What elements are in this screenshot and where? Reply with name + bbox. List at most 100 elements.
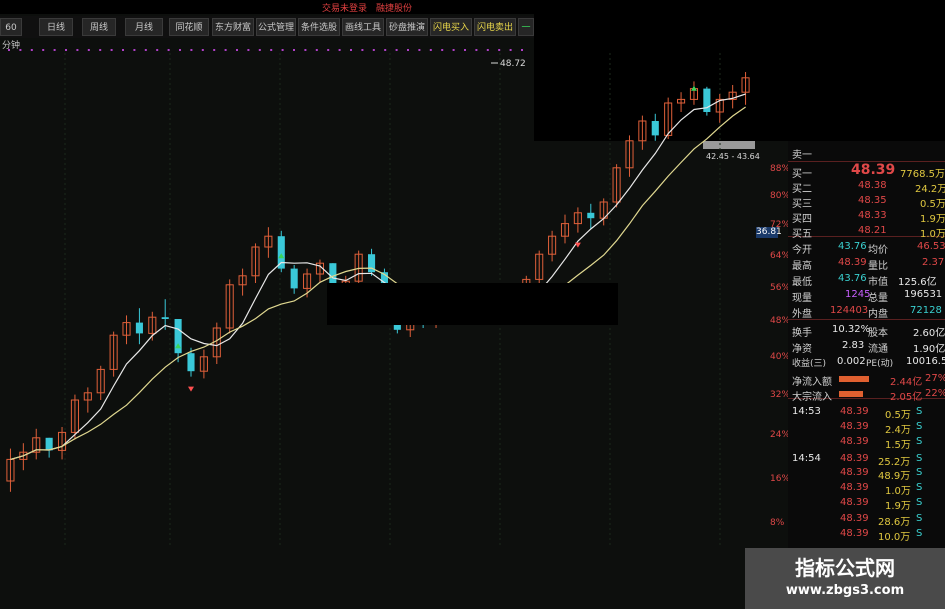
tick-side: S <box>916 513 923 524</box>
formula-manager-button[interactable]: 公式管理 <box>256 18 296 36</box>
candle-body <box>135 322 143 334</box>
signal-dot <box>418 49 421 51</box>
peak-label: 48.72 <box>500 59 526 69</box>
signal-dot <box>236 49 238 51</box>
sandbox-sim-button[interactable]: 砂盘推演 <box>386 18 428 36</box>
tick-vol: 1.5万 <box>885 440 911 451</box>
watermark-title: 指标公式网 <box>795 556 895 580</box>
watermark: 指标公式网 www.zbgs3.com <box>745 548 945 609</box>
market-cap-value: 125.6亿 <box>898 277 937 288</box>
signal-dot <box>498 49 501 51</box>
drawing-tools-button[interactable]: 画线工具 <box>342 18 384 36</box>
tab-daily[interactable]: 日线 <box>39 18 73 36</box>
tick-side: S <box>916 497 923 508</box>
tab-monthly[interactable]: 月线 <box>125 18 163 36</box>
flow-bar <box>839 376 869 382</box>
signal-dot <box>395 49 398 51</box>
flash-sell-button[interactable]: 闪电卖出 <box>474 18 516 36</box>
pct-tick: 88% <box>770 164 791 174</box>
buy-level-vol: 0.5万 <box>920 199 945 210</box>
redaction-box <box>327 283 618 325</box>
tick-side: S <box>916 482 923 493</box>
tick-price: 48.39 <box>840 467 869 478</box>
signal-dot <box>247 49 250 51</box>
signal-dot <box>110 49 113 51</box>
buy-level-price[interactable]: 48.33 <box>858 210 887 221</box>
sell1-label: 卖一 <box>792 150 812 161</box>
buy-level-price[interactable]: 48.35 <box>858 195 887 206</box>
buy-level-label: 买四 <box>792 214 812 225</box>
candle-body <box>187 353 195 372</box>
high-value: 48.39 <box>838 257 867 268</box>
tick-side: S <box>916 467 923 478</box>
stock-screener-button[interactable]: 条件选股 <box>298 18 340 36</box>
stat-label: 最高 <box>792 261 812 272</box>
float-value: 1.90亿 <box>913 344 945 355</box>
tick-vol: 25.2万 <box>878 457 911 468</box>
signal-dot <box>327 49 330 51</box>
signal-dot <box>42 49 45 51</box>
flow-pct: 22% <box>925 388 945 399</box>
signal-dot <box>293 49 295 51</box>
pct-tick: 80% <box>770 191 791 201</box>
signal-dot <box>122 49 124 51</box>
avg-price-value: 46.53 <box>917 241 945 252</box>
share-capital-value: 2.60亿 <box>913 328 945 339</box>
pct-tick: 64% <box>770 251 791 261</box>
stat-label: 现量 <box>792 293 812 304</box>
pct-tick: 32% <box>770 390 791 400</box>
eastmoney-button[interactable]: 东方财富 <box>212 18 254 36</box>
signal-dot <box>190 49 193 51</box>
tick-price: 48.39 <box>840 453 869 464</box>
tick-vol: 2.4万 <box>885 425 911 436</box>
flow-pct: 27% <box>925 373 945 384</box>
tick-price: 48.39 <box>840 528 869 539</box>
tab-weekly[interactable]: 周线 <box>82 18 116 36</box>
flow-value: 2.44亿 <box>890 377 923 388</box>
tick-time: 14:53 <box>792 406 821 417</box>
signal-dot <box>19 49 22 51</box>
buy1-vol: 7768.5万 <box>900 169 945 180</box>
tick-side: S <box>916 453 923 464</box>
signal-dot <box>179 49 181 51</box>
buy-level-price[interactable]: 48.38 <box>858 180 887 191</box>
signal-dot <box>407 49 409 51</box>
ma5-line <box>10 93 746 460</box>
signal-dot <box>99 49 102 51</box>
tab-60min[interactable]: 60分钟 <box>0 18 22 51</box>
stat-label: 市值 <box>868 277 888 288</box>
tick-vol: 48.9万 <box>878 471 911 482</box>
flow-label: 大宗流入 <box>792 392 832 403</box>
tick-price: 48.39 <box>840 497 869 508</box>
signal-dot <box>258 49 261 51</box>
signal-dot <box>213 49 216 51</box>
pct-tick: 8% <box>770 518 785 528</box>
signal-dot <box>464 49 466 51</box>
tick-price: 48.39 <box>840 513 869 524</box>
toolbar-overflow-button[interactable]: 一 <box>518 18 534 36</box>
tick-side: S <box>916 436 923 447</box>
signal-dot <box>350 49 352 51</box>
buy-level-vol: 24.2万 <box>915 184 945 195</box>
tick-price: 48.39 <box>840 482 869 493</box>
tonghuashun-button[interactable]: 同花顺 <box>169 18 209 36</box>
stat-label: 外盘 <box>792 309 812 320</box>
buy-level-vol: 1.9万 <box>920 214 945 225</box>
login-status[interactable]: 交易未登录 <box>322 1 367 14</box>
tick-vol: 0.5万 <box>885 410 911 421</box>
tick-price: 48.39 <box>840 436 869 447</box>
pct-tick: 72% <box>770 220 791 230</box>
tick-side: S <box>916 528 923 539</box>
stat-label: 收益(三) <box>792 359 827 369</box>
signal-dot <box>304 49 307 51</box>
flash-buy-button[interactable]: 闪电买入 <box>430 18 472 36</box>
candles-group <box>6 72 750 492</box>
signal-dot <box>521 49 523 51</box>
signal-dot <box>281 49 284 51</box>
signal-dot <box>76 49 79 51</box>
buy-level-price[interactable]: 48.21 <box>858 225 887 236</box>
flow-label: 净流入额 <box>792 377 832 388</box>
candle-body <box>587 212 595 219</box>
signal-dot <box>372 49 375 51</box>
buy1-price[interactable]: 48.39 <box>851 162 895 178</box>
